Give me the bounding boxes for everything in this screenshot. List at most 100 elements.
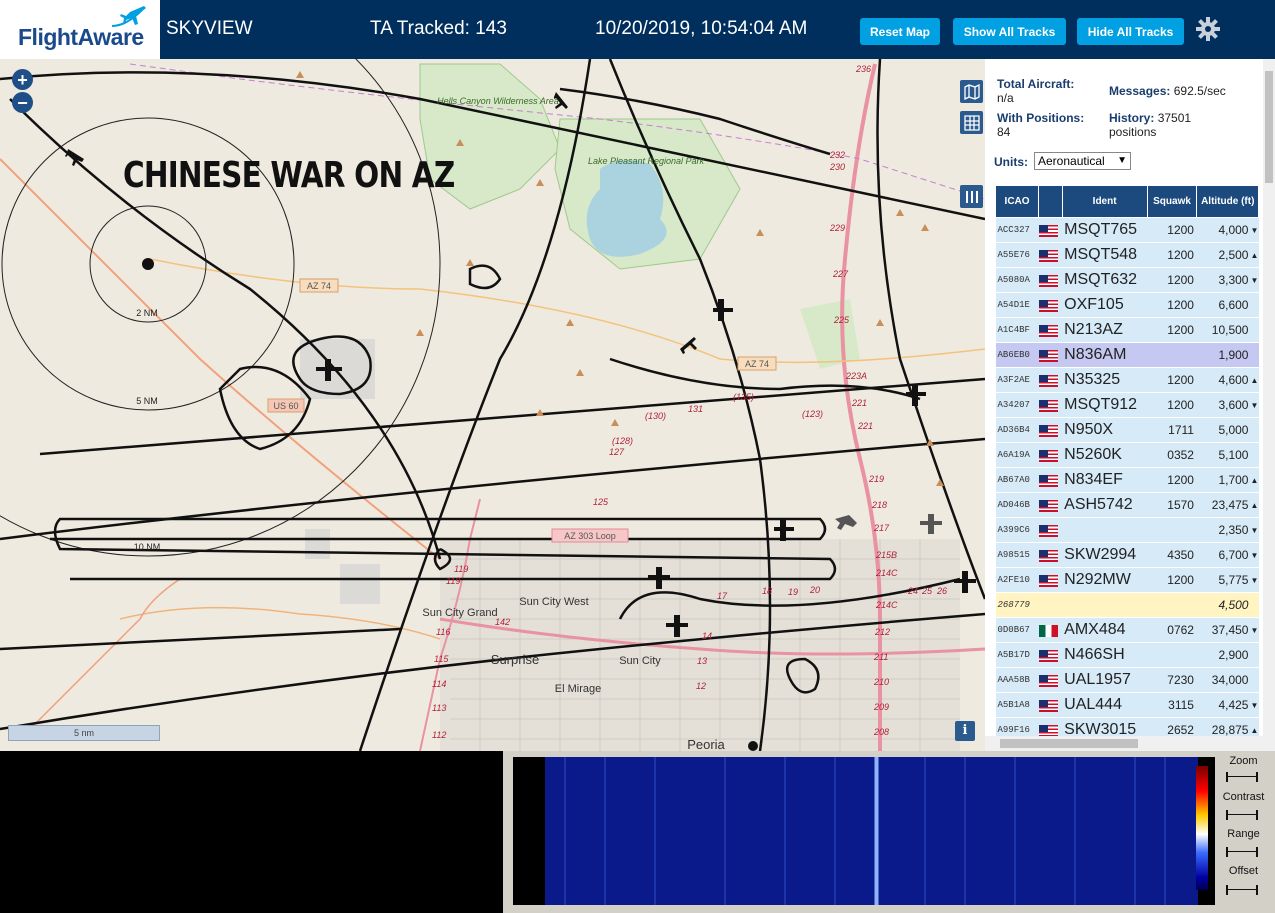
squawk-cell: 1200 <box>1147 567 1197 593</box>
info-icon[interactable]: i <box>955 721 975 741</box>
us-flag-icon <box>1038 299 1058 312</box>
squawk-cell: 7230 <box>1147 667 1197 693</box>
range-ring-label: 2 NM <box>136 308 158 318</box>
aircraft-row[interactable]: 268779 4,500 <box>995 592 1259 618</box>
units-select[interactable]: Aeronautical ▼ <box>1034 152 1131 170</box>
aircraft-row[interactable]: AD36B4 N950X 1711 5,000 <box>995 417 1259 443</box>
flag-cell <box>1038 492 1063 518</box>
us-flag-icon <box>1038 274 1058 287</box>
altitude-trend-icon: ▼ <box>1250 392 1259 418</box>
ident-cell: N35325 <box>1062 367 1148 393</box>
offset-slider[interactable] <box>1226 885 1258 895</box>
spectrum-waterfall[interactable] <box>513 757 1215 905</box>
show-all-tracks-button[interactable]: Show All Tracks <box>953 18 1066 45</box>
flag-cell <box>1038 692 1063 718</box>
milepost-label: 214C <box>875 568 898 578</box>
zoom-slider[interactable] <box>1226 772 1258 782</box>
reset-map-button[interactable]: Reset Map <box>860 18 940 45</box>
altitude-trend-icon <box>1250 292 1259 318</box>
flag-cell <box>1038 267 1063 293</box>
map-icon <box>963 83 980 100</box>
squawk-cell <box>1147 642 1197 668</box>
flag-cell <box>1038 317 1063 343</box>
icao-cell: 0D0B67 <box>995 617 1039 643</box>
us-flag-icon <box>1038 649 1058 662</box>
ident-cell: N213AZ <box>1062 317 1148 343</box>
milepost-label: (123) <box>802 409 823 419</box>
hide-all-tracks-button[interactable]: Hide All Tracks <box>1077 18 1184 45</box>
milepost-label: 116 <box>436 627 450 637</box>
aircraft-row[interactable]: A5B17D N466SH 2,900 <box>995 642 1259 668</box>
aircraft-row[interactable]: A55E76 MSQT548 1200 2,500 ▲ <box>995 242 1259 268</box>
column-header-squawk[interactable]: Squawk <box>1146 185 1198 218</box>
map-layers-button[interactable] <box>960 80 983 103</box>
flag-cell <box>1038 617 1063 643</box>
squawk-cell: 1200 <box>1147 217 1197 243</box>
aircraft-row[interactable]: A6A19A N5260K 0352 5,100 <box>995 442 1259 468</box>
milepost-label: 115 <box>434 654 449 664</box>
aircraft-row[interactable]: ACC327 MSQT765 1200 4,000 ▼ <box>995 217 1259 243</box>
milepost-label: 19 <box>788 587 798 597</box>
milepost-label: 26 <box>936 586 947 596</box>
us-flag-icon <box>1038 449 1058 462</box>
milepost-label: (128) <box>612 436 633 446</box>
zoom-out-button[interactable]: − <box>12 92 33 113</box>
aircraft-row[interactable]: A54D1E OXF105 1200 6,600 <box>995 292 1259 318</box>
aircraft-row[interactable]: AB67A0 N834EF 1200 1,700 ▲ <box>995 467 1259 493</box>
milepost-label: 217 <box>873 523 890 533</box>
aircraft-row[interactable]: AAA58B UAL1957 7230 34,000 <box>995 667 1259 693</box>
aircraft-row[interactable]: A399C6 2,350 ▼ <box>995 517 1259 543</box>
gear-icon[interactable] <box>1195 16 1221 42</box>
aircraft-row[interactable]: AD046B ASH5742 1570 23,475 ▲ <box>995 492 1259 518</box>
milepost-label: 119 <box>454 564 468 574</box>
toggle-sidebar-button[interactable] <box>960 185 983 208</box>
scrollbar-thumb[interactable] <box>1000 739 1138 748</box>
aircraft-row[interactable]: 0D0B67 AMX484 0762 37,450 ▼ <box>995 617 1259 643</box>
scrollbar-thumb[interactable] <box>1265 71 1273 183</box>
ident-cell: N292MW <box>1062 567 1148 593</box>
zoom-in-button[interactable]: + <box>12 69 33 90</box>
milepost-label: 211 <box>873 652 888 662</box>
contrast-slider[interactable] <box>1226 810 1258 820</box>
aircraft-row[interactable]: A5B1A8 UAL444 3115 4,425 ▼ <box>995 692 1259 718</box>
aircraft-row[interactable]: A1C4BF N213AZ 1200 10,500 <box>995 317 1259 343</box>
column-header-ident[interactable]: Ident <box>1061 185 1148 218</box>
range-slider[interactable] <box>1226 847 1258 857</box>
column-header-flag[interactable] <box>1038 185 1063 218</box>
aircraft-row[interactable]: A98515 SKW2994 4350 6,700 ▼ <box>995 542 1259 568</box>
waterfall-color-scale <box>1196 766 1208 890</box>
aircraft-table: ICAO Ident Squawk Altitude (ft) ACC327 MS… <box>994 185 1259 743</box>
aircraft-row[interactable]: A5080A MSQT632 1200 3,300 ▼ <box>995 267 1259 293</box>
us-flag-icon <box>1038 699 1058 712</box>
milepost-label: 125 <box>593 497 609 507</box>
altitude-cell: 5,100 <box>1196 442 1251 468</box>
milepost-label: 131 <box>688 404 703 414</box>
grid-toggle-button[interactable] <box>960 111 983 134</box>
aircraft-row[interactable]: AB6EB0 N836AM 1,900 <box>995 342 1259 368</box>
ident-cell: MSQT765 <box>1062 217 1148 243</box>
aircraft-row[interactable]: A2FE10 N292MW 1200 5,775 ▼ <box>995 567 1259 593</box>
table-vertical-scrollbar[interactable] <box>1263 59 1275 736</box>
milepost-label: 225 <box>833 315 850 325</box>
icao-cell: A55E76 <box>995 242 1039 268</box>
milepost-label: 230 <box>829 162 845 172</box>
altitude-trend-icon: ▼ <box>1250 267 1259 293</box>
squawk-cell: 0762 <box>1147 617 1197 643</box>
column-header-altitude[interactable]: Altitude (ft) <box>1196 185 1259 218</box>
column-header-icao[interactable]: ICAO <box>994 185 1040 218</box>
aircraft-table-body: ACC327 MSQT765 1200 4,000 ▼ A55E76 MSQT548 1200… <box>995 217 1259 743</box>
squawk-cell: 1570 <box>1147 492 1197 518</box>
altitude-cell: 4,600 <box>1196 367 1251 393</box>
ident-cell: MSQT912 <box>1062 392 1148 418</box>
icao-cell: A5B1A8 <box>995 692 1039 718</box>
squawk-cell: 1200 <box>1147 392 1197 418</box>
table-horizontal-scrollbar[interactable] <box>985 736 1275 751</box>
altitude-cell: 3,600 <box>1196 392 1251 418</box>
aircraft-row[interactable]: A34207 MSQT912 1200 3,600 ▼ <box>995 392 1259 418</box>
map-scale-bar: 5 nm <box>8 725 160 741</box>
aircraft-row[interactable]: A3F2AE N35325 1200 4,600 ▲ <box>995 367 1259 393</box>
flag-cell <box>1038 642 1063 668</box>
ident-cell <box>1062 592 1148 618</box>
flight-map[interactable]: 2 NM 5 NM 10 NM Hells Canyon Wilderness … <box>0 59 985 751</box>
flightaware-logo[interactable]: FlightAware <box>0 0 160 59</box>
